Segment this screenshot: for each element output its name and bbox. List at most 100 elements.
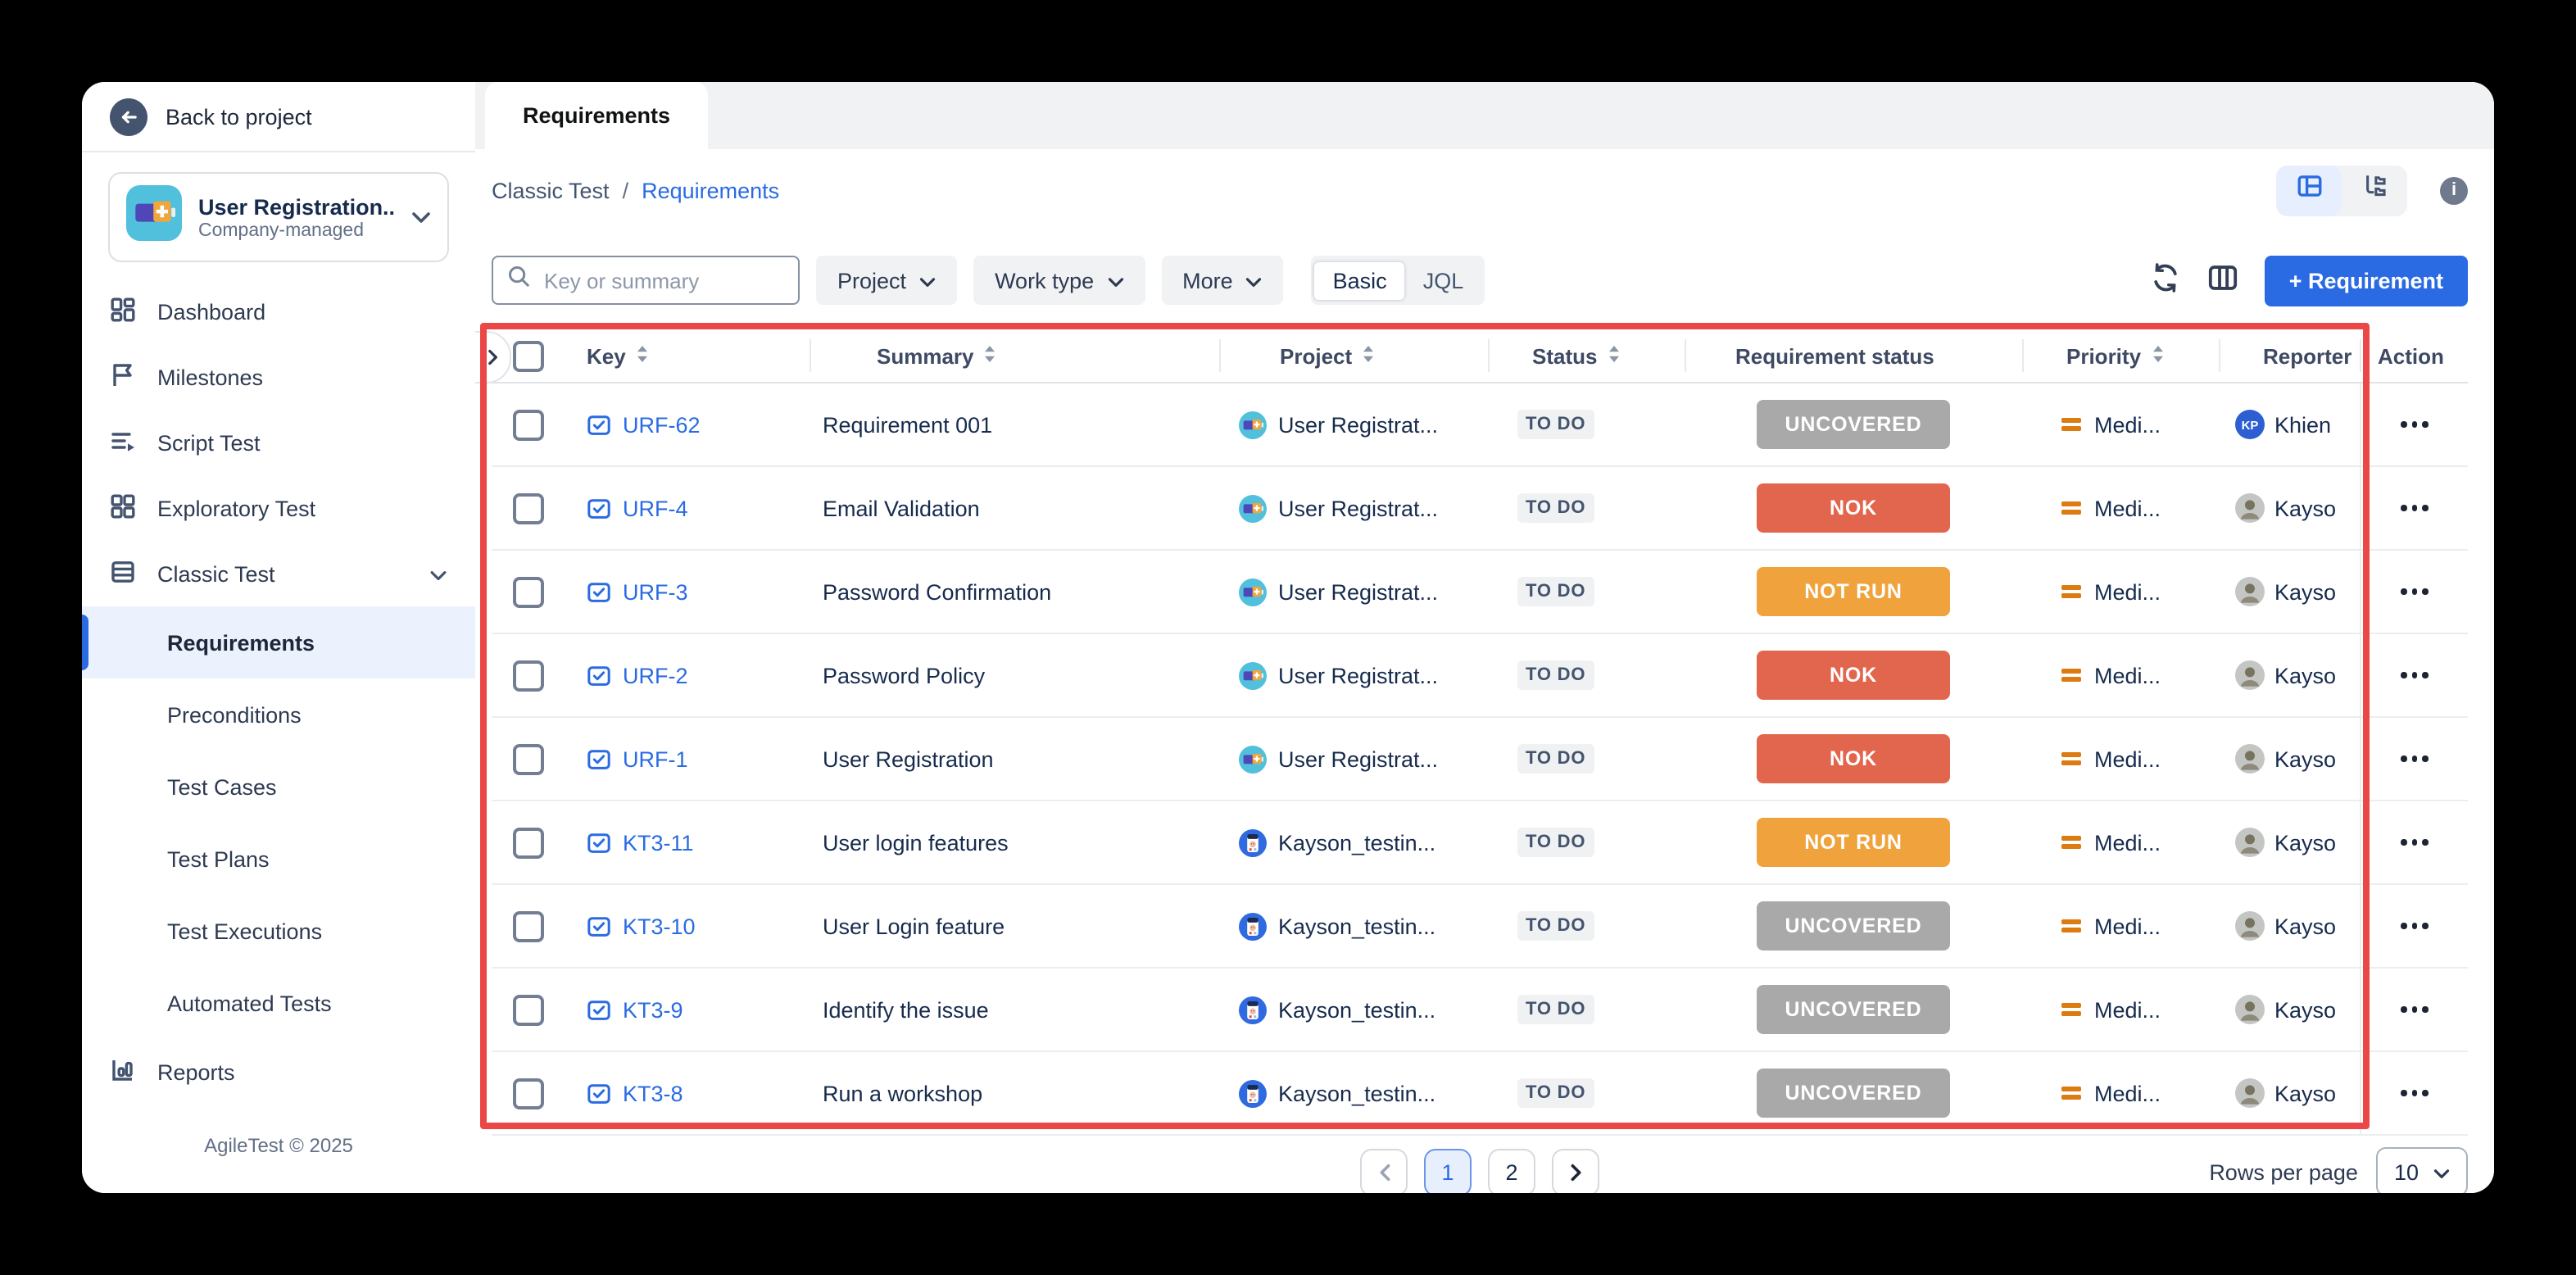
- issue-key-link[interactable]: KT3-9: [623, 997, 683, 1022]
- row-actions-button[interactable]: [2391, 746, 2438, 771]
- breadcrumb-requirements[interactable]: Requirements: [642, 178, 779, 202]
- row-select-cell: [492, 718, 564, 800]
- row-checkbox[interactable]: [512, 576, 543, 607]
- sidebar-item-classic-test[interactable]: Classic Test: [82, 541, 475, 606]
- issue-key-link[interactable]: URF-2: [623, 663, 688, 687]
- reporter-avatar: [2235, 911, 2265, 941]
- select-all-checkbox[interactable]: [512, 340, 543, 371]
- column-header-project[interactable]: Project: [1219, 339, 1488, 372]
- project-cell: Kayson_testin...: [1219, 885, 1488, 967]
- row-select-cell: [492, 885, 564, 967]
- project-selector[interactable]: User Registration... Company-managed: [108, 172, 449, 262]
- reporter-name: Kayso: [2274, 1081, 2336, 1105]
- classic-test-icon: [110, 558, 136, 589]
- row-select-cell: [492, 467, 564, 549]
- row-checkbox[interactable]: [512, 492, 543, 524]
- row-actions-button[interactable]: [2391, 662, 2438, 687]
- requirement-status-cell: UNCOVERED: [1685, 383, 2022, 465]
- sidebar-item-label: Exploratory Test: [157, 496, 315, 520]
- row-checkbox[interactable]: [512, 743, 543, 774]
- tab-requirements[interactable]: Requirements: [485, 82, 708, 149]
- page-button-1[interactable]: 1: [1424, 1148, 1472, 1193]
- priority-cell: Medi...: [2022, 969, 2219, 1050]
- reporter-cell: KPKhien: [2219, 383, 2360, 465]
- issue-key-link[interactable]: URF-1: [623, 746, 688, 771]
- project-filter-button[interactable]: Project: [816, 256, 957, 305]
- columns-icon: [2207, 262, 2238, 298]
- page-button-2[interactable]: 2: [1488, 1148, 1535, 1193]
- sidebar-item-reports[interactable]: Reports: [82, 1039, 475, 1105]
- requirement-status-cell: UNCOVERED: [1685, 885, 2022, 967]
- dashboard-icon: [110, 296, 136, 327]
- sidebar-item-requirements[interactable]: Requirements: [82, 606, 475, 678]
- summary-cell: Run a workshop: [810, 1052, 1219, 1134]
- action-cell: [2360, 969, 2468, 1050]
- basic-mode-button[interactable]: Basic: [1315, 261, 1405, 299]
- status-cell: TO DO: [1488, 801, 1685, 883]
- more-filter-button[interactable]: More: [1161, 256, 1284, 305]
- row-checkbox[interactable]: [512, 409, 543, 440]
- tree-view-button[interactable]: [2342, 165, 2407, 216]
- column-header-status[interactable]: Status: [1488, 339, 1685, 372]
- reporter-avatar: [2235, 493, 2265, 523]
- sidebar-item-dashboard[interactable]: Dashboard: [82, 279, 475, 344]
- priority-text: Medi...: [2094, 746, 2161, 771]
- table-row: URF-1User RegistrationUser Registrat...T…: [492, 718, 2468, 801]
- status-lozenge: TO DO: [1517, 493, 1594, 523]
- row-actions-button[interactable]: [2391, 495, 2438, 520]
- summary-text: User login features: [823, 830, 1009, 855]
- row-actions-button[interactable]: [2391, 1080, 2438, 1105]
- refresh-button[interactable]: [2150, 262, 2181, 298]
- issue-key-link[interactable]: URF-3: [623, 579, 688, 604]
- search-input[interactable]: [541, 266, 785, 294]
- row-checkbox[interactable]: [512, 910, 543, 942]
- info-icon[interactable]: i: [2440, 176, 2468, 204]
- sidebar-item-milestones[interactable]: Milestones: [82, 344, 475, 410]
- issue-key-link[interactable]: KT3-11: [623, 830, 694, 855]
- issue-key-link[interactable]: URF-62: [623, 412, 701, 437]
- row-actions-button[interactable]: [2391, 411, 2438, 437]
- next-page-button[interactable]: [1552, 1148, 1599, 1193]
- row-checkbox[interactable]: [512, 827, 543, 858]
- column-header-summary[interactable]: Summary: [810, 339, 1219, 372]
- sidebar-item-test-executions[interactable]: Test Executions: [82, 895, 475, 967]
- worktype-filter-button[interactable]: Work type: [973, 256, 1145, 305]
- row-actions-button[interactable]: [2391, 913, 2438, 938]
- breadcrumb-classic-test[interactable]: Classic Test: [492, 178, 610, 202]
- key-cell: KT3-10: [564, 885, 810, 967]
- jql-mode-button[interactable]: JQL: [1405, 261, 1482, 299]
- column-header-priority[interactable]: Priority: [2022, 339, 2219, 372]
- summary-cell: User login features: [810, 801, 1219, 883]
- sidebar-item-test-plans[interactable]: Test Plans: [82, 823, 475, 895]
- row-checkbox[interactable]: [512, 660, 543, 691]
- table-view-button[interactable]: [2276, 165, 2342, 216]
- project-name-text: User Registrat...: [1278, 746, 1438, 771]
- row-checkbox[interactable]: [512, 1078, 543, 1109]
- action-cell: [2360, 383, 2468, 465]
- issue-key-link[interactable]: KT3-8: [623, 1081, 683, 1105]
- back-to-project-button[interactable]: Back to project: [82, 82, 475, 152]
- tab-bar: Requirements: [475, 82, 2494, 149]
- requirement-status-cell: NOT RUN: [1685, 801, 2022, 883]
- add-requirement-button[interactable]: + Requirement: [2265, 255, 2468, 306]
- sidebar-item-script-test[interactable]: Script Test: [82, 410, 475, 475]
- sidebar-item-test-cases[interactable]: Test Cases: [82, 751, 475, 823]
- row-actions-button[interactable]: [2391, 829, 2438, 855]
- sidebar-item-preconditions[interactable]: Preconditions: [82, 678, 475, 751]
- row-checkbox[interactable]: [512, 994, 543, 1025]
- sidebar-item-automated-tests[interactable]: Automated Tests: [82, 967, 475, 1039]
- row-actions-button[interactable]: [2391, 579, 2438, 604]
- summary-text: Requirement 001: [823, 412, 992, 437]
- rows-per-page-select[interactable]: 10: [2376, 1147, 2468, 1193]
- issue-key-link[interactable]: URF-4: [623, 496, 688, 520]
- key-cell: KT3-8: [564, 1052, 810, 1134]
- column-header-key[interactable]: Key: [564, 339, 810, 372]
- sidebar-item-exploratory-test[interactable]: Exploratory Test: [82, 475, 475, 541]
- issue-key-link[interactable]: KT3-10: [623, 914, 696, 938]
- row-actions-button[interactable]: [2391, 996, 2438, 1022]
- columns-button[interactable]: [2207, 262, 2238, 298]
- previous-page-button[interactable]: [1360, 1148, 1408, 1193]
- back-arrow-icon: [110, 98, 147, 135]
- sidebar-item-label: Milestones: [157, 365, 263, 389]
- summary-cell: User Login feature: [810, 885, 1219, 967]
